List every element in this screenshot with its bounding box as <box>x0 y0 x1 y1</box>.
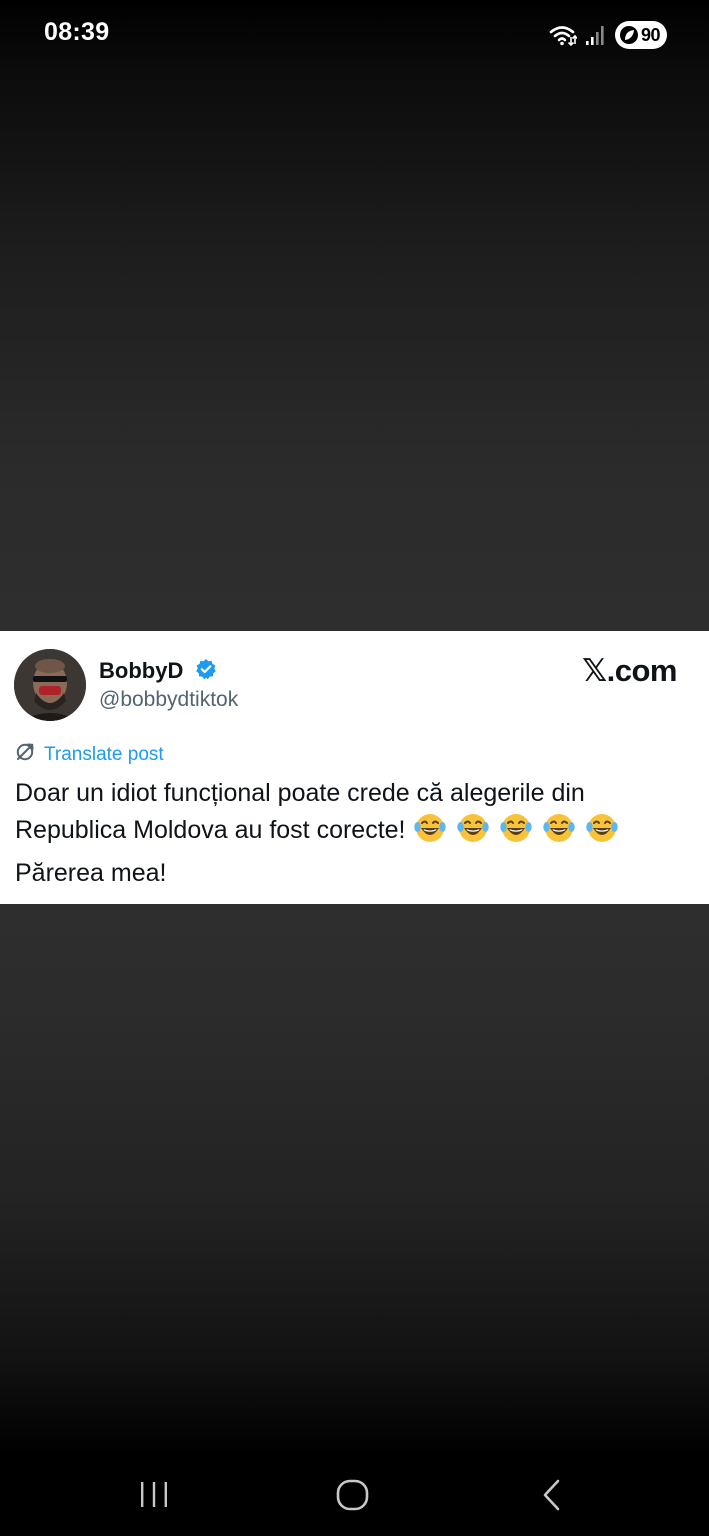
emoji-row <box>413 812 619 855</box>
author-name[interactable]: BobbyD <box>99 658 183 684</box>
post-text-line-2: Republica Moldova au fost corecte! <box>15 812 695 855</box>
laughing-emoji-icon <box>585 812 619 855</box>
post-text-line-3: Părerea mea! <box>15 859 167 887</box>
wifi-icon <box>549 24 577 46</box>
status-bar: 08:39 90 <box>0 0 709 70</box>
author-handle[interactable]: @bobbydtiktok <box>99 688 238 712</box>
translate-post-link[interactable]: Translate post <box>15 742 164 767</box>
laughing-emoji-icon <box>456 812 490 855</box>
post-text: Doar un idiot funcțional poate crede că … <box>15 775 695 892</box>
battery-saver-icon <box>620 26 638 44</box>
translate-icon <box>15 742 35 767</box>
back-button[interactable] <box>538 1477 566 1518</box>
post-text-line-2-text: Republica Moldova au fost corecte! <box>15 816 406 844</box>
battery-level: 90 <box>640 24 661 45</box>
laughing-emoji-icon <box>413 812 447 855</box>
avatar[interactable] <box>14 649 86 721</box>
translate-post-label: Translate post <box>44 743 164 765</box>
battery-indicator: 90 <box>615 21 667 49</box>
laughing-emoji-icon <box>542 812 576 855</box>
signal-icon <box>585 24 607 46</box>
recent-apps-button[interactable] <box>138 1477 170 1518</box>
post-text-line-1: Doar un idiot funcțional poate crede că … <box>15 779 585 807</box>
verified-badge-icon <box>195 658 217 685</box>
navigation-bar <box>0 1455 709 1536</box>
status-time: 08:39 <box>44 18 110 46</box>
status-icons: 90 <box>549 20 667 50</box>
laughing-emoji-icon <box>499 812 533 855</box>
post-card: BobbyD @bobbydtiktok 𝕏.com Translate pos… <box>0 631 709 904</box>
x-logo-site-label: 𝕏.com <box>582 653 677 688</box>
home-button[interactable] <box>335 1477 371 1518</box>
